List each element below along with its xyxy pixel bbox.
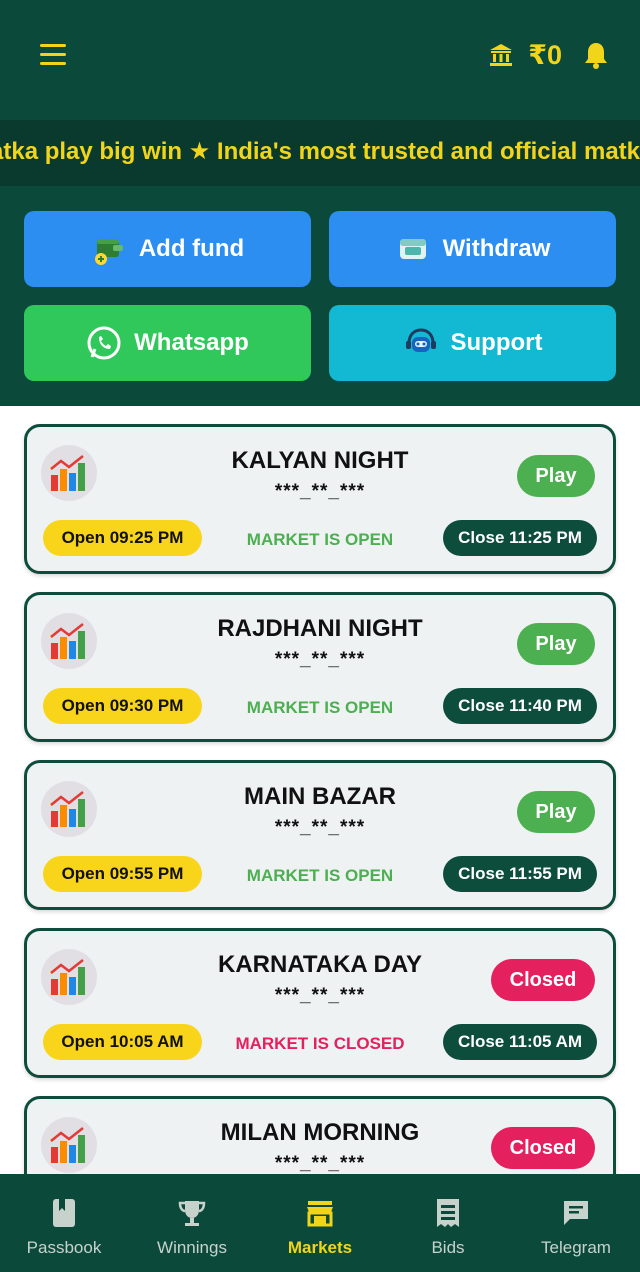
announcement-marquee: atka play big win ★ India's most trusted… [0, 120, 640, 186]
nav-item-bids[interactable]: Bids [384, 1174, 512, 1272]
market-card: KARNATAKA DAY ***_**_*** Closed Open 10:… [24, 928, 616, 1078]
withdraw-label: Withdraw [442, 235, 551, 262]
wallet-plus-icon [91, 231, 127, 267]
nav-label: Markets [287, 1238, 353, 1257]
play-button[interactable]: Play [517, 623, 595, 665]
store-icon [305, 1196, 335, 1230]
support-button[interactable]: Support [329, 305, 616, 381]
closed-button[interactable]: Closed [491, 959, 595, 1001]
close-time-badge: Close 11:05 AM [443, 1024, 597, 1060]
closed-button[interactable]: Closed [491, 1127, 595, 1169]
whatsapp-label: Whatsapp [134, 329, 249, 356]
nav-label: Bids [431, 1238, 465, 1257]
nav-item-markets[interactable]: Markets [256, 1174, 384, 1272]
nav-item-winnings[interactable]: Winnings [128, 1174, 256, 1272]
market-card: MAIN BAZAR ***_**_*** Play Open 09:55 PM… [24, 760, 616, 910]
play-button[interactable]: Play [517, 455, 595, 497]
market-list: KALYAN NIGHT ***_**_*** Play Open 09:25 … [0, 406, 640, 1174]
wallet-balance[interactable]: ₹0 [528, 40, 562, 71]
trophy-icon [177, 1196, 207, 1230]
whatsapp-button[interactable]: Whatsapp [24, 305, 311, 381]
close-time-badge: Close 11:40 PM [443, 688, 597, 724]
notification-bell-icon[interactable] [584, 41, 608, 69]
support-label: Support [450, 329, 543, 356]
market-card: RAJDHANI NIGHT ***_**_*** Play Open 09:3… [24, 592, 616, 742]
header-actions: ₹0 [488, 38, 608, 72]
market-card: MILAN MORNING ***_**_*** Closed [24, 1096, 616, 1174]
support-bot-icon [403, 325, 439, 361]
chat-icon [561, 1196, 591, 1230]
close-time-badge: Close 11:55 PM [443, 856, 597, 892]
marquee-text: atka play big win ★ India's most trusted… [0, 138, 640, 165]
bank-icon[interactable] [488, 42, 514, 68]
add-fund-button[interactable]: Add fund [24, 211, 311, 287]
hamburger-menu-icon[interactable] [40, 44, 66, 66]
add-fund-label: Add fund [138, 235, 245, 262]
play-button[interactable]: Play [517, 791, 595, 833]
bottom-navigation: Passbook Winnings Markets Bids Telegram [0, 1174, 640, 1272]
nav-label: Telegram [541, 1238, 611, 1257]
nav-label: Passbook [26, 1238, 102, 1257]
nav-item-telegram[interactable]: Telegram [512, 1174, 640, 1272]
withdraw-button[interactable]: Withdraw [329, 211, 616, 287]
nav-label: Winnings [157, 1238, 227, 1257]
wallet-icon [395, 231, 431, 267]
app-header: ₹0 atka play big win ★ India's most trus… [0, 0, 640, 406]
nav-item-passbook[interactable]: Passbook [0, 1174, 128, 1272]
close-time-badge: Close 11:25 PM [443, 520, 597, 556]
passbook-icon [51, 1196, 77, 1230]
market-card: KALYAN NIGHT ***_**_*** Play Open 09:25 … [24, 424, 616, 574]
top-bar: ₹0 [0, 0, 640, 110]
receipt-icon [435, 1196, 461, 1230]
whatsapp-icon [86, 325, 122, 361]
